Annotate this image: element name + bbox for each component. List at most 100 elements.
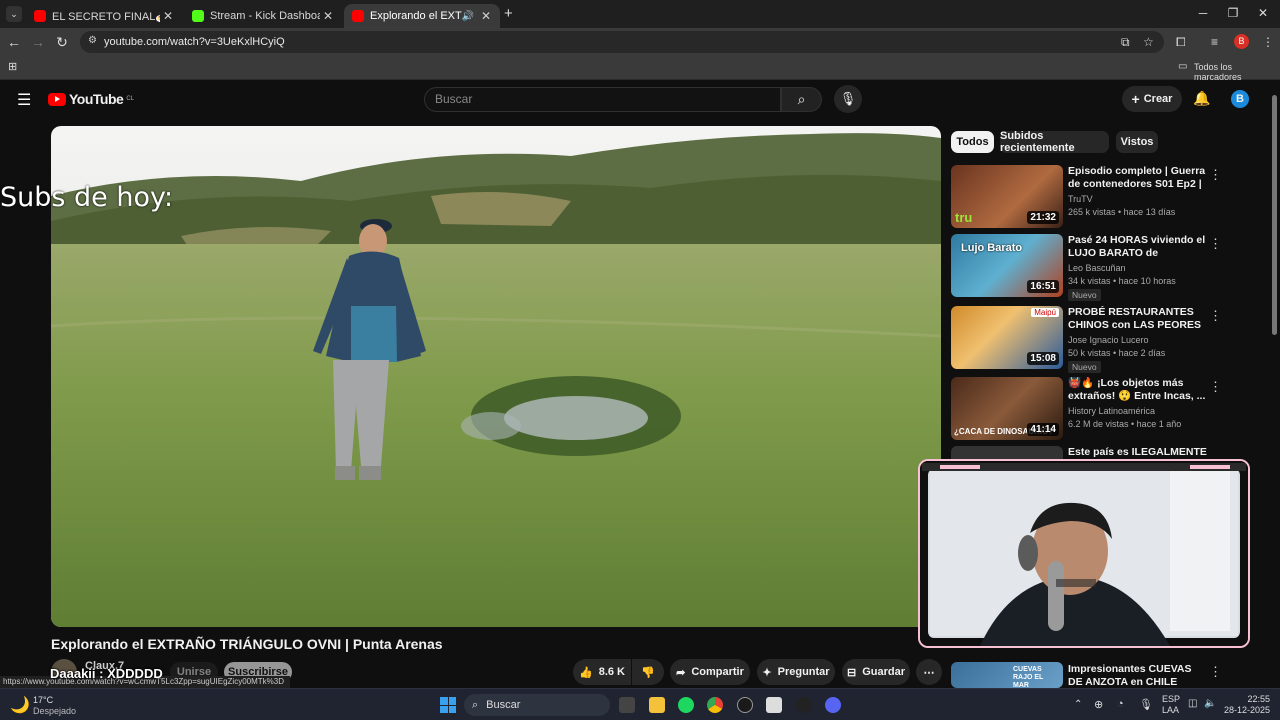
recommendation-item[interactable]: CUEVAS RAJO EL MAR Impresionantes CUEVAS… (951, 662, 1231, 688)
site-info-icon[interactable]: ⚙ (88, 35, 97, 46)
wifi-icon[interactable]: ◫ (1188, 698, 1197, 709)
apps-grid-icon[interactable]: ⊞ (8, 60, 17, 73)
search-button[interactable]: ⌕ (781, 87, 822, 112)
install-app-icon[interactable]: ⧉ (1121, 35, 1130, 50)
recommendation-title[interactable]: Impresionantes CUEVAS DE ANZOTA en CHILE (1068, 663, 1208, 689)
pet-app-icon[interactable] (766, 697, 782, 713)
duration-badge: 15:08 (1027, 352, 1059, 365)
discord-icon[interactable] (825, 697, 841, 713)
back-button[interactable]: ← (4, 34, 24, 50)
recommendation-item[interactable]: Lujo Barato 16:51 Pasé 24 HORAS viviendo… (951, 234, 1231, 301)
app-icon[interactable] (796, 697, 812, 713)
kebab-menu-icon[interactable]: ⋮ (1209, 167, 1222, 183)
recommendation-channel[interactable]: Leo Bascuñan (1068, 263, 1126, 273)
recommendation-item[interactable]: tru 21:32 Episodio completo | Guerra de … (951, 165, 1231, 231)
tab-el-secreto-final[interactable]: EL SECRETO FINAL🍝 Capítulo ✕ (26, 4, 182, 28)
voice-search-button[interactable]: 🎙 (834, 85, 862, 113)
kebab-menu-icon[interactable]: ⋮ (1209, 308, 1222, 324)
forward-button[interactable]: → (28, 34, 48, 50)
more-actions-button[interactable]: ⋯ (916, 659, 942, 685)
tab-title: Explorando el EXTRAÑO TRI (370, 10, 462, 22)
recommendation-channel[interactable]: TruTV (1068, 194, 1093, 204)
file-explorer-icon[interactable] (649, 697, 665, 713)
youtube-wordmark: YouTube (69, 91, 124, 107)
minimize-button[interactable]: ─ (1188, 6, 1218, 20)
kebab-menu-icon[interactable]: ⋮ (1209, 664, 1222, 680)
recommendation-title[interactable]: Este país es ILEGALMENTE (1068, 446, 1208, 459)
video-thumbnail[interactable]: CUEVAS RAJO EL MAR (951, 662, 1063, 688)
recommendation-title[interactable]: 👹🔥 ¡Los objetos más extraños! 😲 Entre In… (1068, 377, 1208, 403)
recommendation-channel[interactable]: History Latinoamérica (1068, 406, 1155, 416)
close-tab-icon[interactable]: ✕ (160, 9, 176, 23)
chrome-icon[interactable] (707, 697, 723, 713)
tab-explorando[interactable]: Explorando el EXTRAÑO TRI 🔊 ✕ (344, 4, 500, 28)
bookmark-star-icon[interactable]: ☆ (1143, 35, 1154, 49)
all-bookmarks-link[interactable]: Todos los marcadores (1194, 62, 1280, 82)
create-button[interactable]: + Crear (1122, 86, 1182, 112)
tray-mic-icon[interactable]: 🎙 (1139, 698, 1153, 711)
profile-avatar[interactable]: B (1234, 34, 1249, 49)
restore-button[interactable]: ❐ (1218, 6, 1248, 20)
chip-subidos-recientemente[interactable]: Subidos recientemente (1000, 130, 1109, 154)
keyboard-layout[interactable]: LAA (1162, 705, 1179, 715)
media-controls-icon[interactable]: ≡ (1211, 35, 1218, 49)
tray-network-icon[interactable]: ⊕ (1094, 698, 1103, 711)
video-thumbnail[interactable]: Maipú 15:08 (951, 306, 1063, 369)
recommendation-item[interactable]: ¿CACA DE DINOSAURIO? 41:14 👹🔥 ¡Los objet… (951, 377, 1231, 443)
chip-todos[interactable]: Todos (951, 131, 994, 153)
obs-icon[interactable] (737, 697, 753, 713)
clock-time[interactable]: 22:55 (1222, 694, 1270, 704)
dislike-button[interactable]: 👎 (632, 659, 664, 685)
extensions-icon[interactable]: ⧠ (1176, 35, 1186, 50)
reload-button[interactable]: ↻ (52, 34, 72, 51)
task-view-icon[interactable] (619, 697, 635, 713)
new-tab-button[interactable]: + (504, 5, 513, 22)
save-button[interactable]: ⊟ Guardar (842, 659, 910, 685)
weather-temp[interactable]: 17°C (33, 695, 53, 705)
duration-badge: 16:51 (1027, 280, 1059, 293)
close-tab-icon[interactable]: ✕ (478, 9, 494, 23)
video-thumbnail[interactable]: tru 21:32 (951, 165, 1063, 228)
language-indicator[interactable]: ESP (1162, 694, 1180, 704)
recommendation-title[interactable]: Pasé 24 HORAS viviendo el LUJO BARATO de… (1068, 234, 1208, 261)
address-bar[interactable]: ⚙ youtube.com/watch?v=3UeKxlHCyiQ (80, 31, 1164, 53)
audio-playing-icon[interactable]: 🔊 (462, 11, 474, 22)
close-tab-icon[interactable]: ✕ (320, 9, 336, 23)
recommendation-title[interactable]: Episodio completo | Guerra de contenedor… (1068, 165, 1208, 192)
scrollbar-thumb[interactable] (1272, 95, 1277, 335)
share-button[interactable]: ➦ Compartir (670, 659, 750, 685)
video-player[interactable] (51, 126, 941, 627)
taskbar-search-box[interactable]: ⌕ Buscar (464, 694, 610, 716)
weather-sun-icon[interactable]: 🌙 (10, 695, 30, 715)
recommendation-meta: 34 k vistas • hace 10 horas (1068, 276, 1176, 286)
recommendation-item[interactable]: Maipú 15:08 PROBÉ RESTAURANTES CHINOS co… (951, 306, 1231, 373)
kebab-menu-icon[interactable]: ⋮ (1209, 236, 1222, 252)
clock-date[interactable]: 28-12-2025 (1222, 705, 1270, 715)
weather-desc[interactable]: Despejado (33, 706, 76, 716)
video-thumbnail[interactable]: Lujo Barato 16:51 (951, 234, 1063, 297)
tab-kick-dashboard[interactable]: Stream - Kick Dashboard ✕ (184, 4, 342, 28)
chrome-menu-icon[interactable]: ⋮ (1262, 35, 1274, 49)
kebab-menu-icon[interactable]: ⋮ (1209, 379, 1222, 395)
close-window-button[interactable]: ✕ (1248, 6, 1278, 20)
search-input[interactable]: Buscar (424, 87, 781, 112)
chip-vistos[interactable]: Vistos (1116, 131, 1158, 153)
tray-app-icon[interactable]: ◔ (1117, 698, 1124, 710)
recommendation-channel[interactable]: Jose Ignacio Lucero (1068, 335, 1149, 345)
recommendation-title[interactable]: PROBÉ RESTAURANTES CHINOS con LAS PEORES… (1068, 306, 1208, 333)
chat-username: Daaakii (50, 666, 96, 681)
chat-separator: : (95, 666, 108, 681)
windows-start-icon[interactable] (440, 697, 456, 713)
tab-search-icon[interactable]: ⌄ (6, 6, 22, 22)
spotify-icon[interactable] (678, 697, 694, 713)
hamburger-menu-icon[interactable]: ☰ (17, 90, 31, 110)
page-scrollbar[interactable] (1270, 81, 1280, 688)
youtube-logo[interactable]: YouTube CL (48, 91, 134, 107)
tray-chevron-icon[interactable]: ⌃ (1074, 699, 1082, 710)
ask-button[interactable]: ✦ Preguntar (757, 659, 835, 685)
account-avatar[interactable]: B (1231, 90, 1249, 108)
like-button[interactable]: 👍 8.6 K (573, 659, 631, 685)
notifications-bell-icon[interactable]: 🔔 (1193, 90, 1210, 107)
volume-icon[interactable]: 🔈 (1204, 698, 1216, 709)
video-thumbnail[interactable]: ¿CACA DE DINOSAURIO? 41:14 (951, 377, 1063, 440)
